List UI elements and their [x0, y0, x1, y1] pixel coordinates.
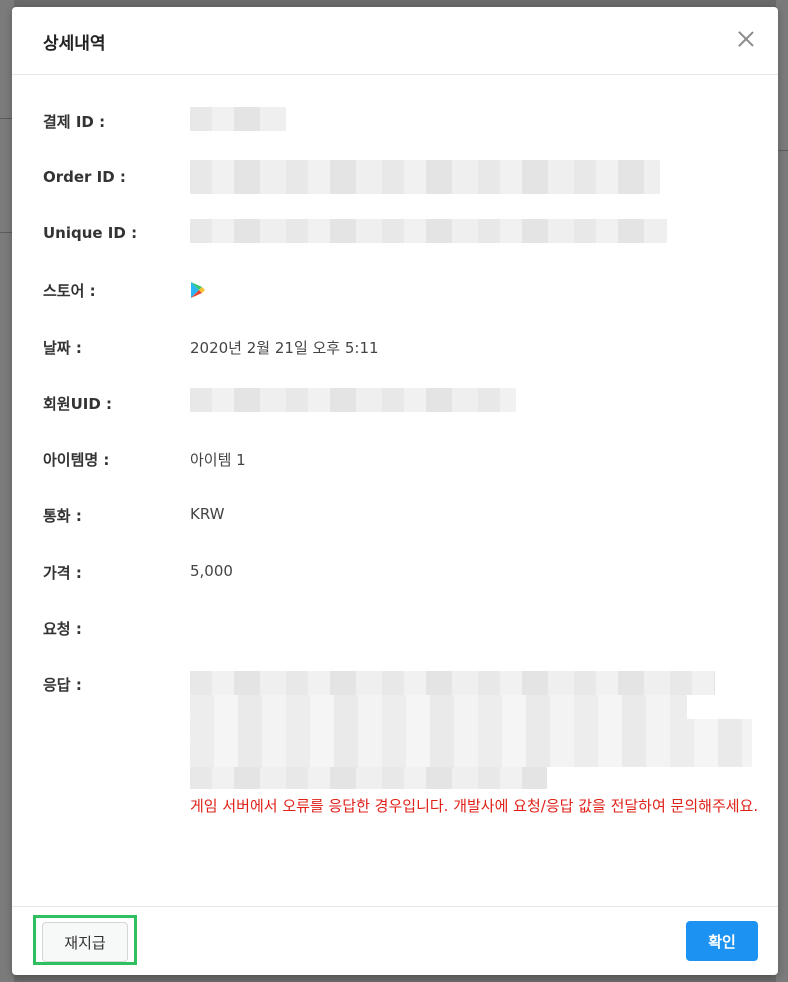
- modal-title: 상세내역: [43, 34, 106, 54]
- google-play-icon: [191, 282, 205, 298]
- error-message: 게임 서버에서 오류를 응답한 경우입니다. 개발사에 요청/응답 값을 전달하…: [190, 797, 759, 815]
- unique-id-label: Unique ID :: [43, 224, 138, 242]
- response-value-redacted-line: [190, 719, 752, 743]
- item-name-value: 아이템 1: [190, 451, 246, 469]
- regrant-button[interactable]: 재지급: [42, 922, 128, 962]
- payment-id-label: 결제 ID :: [43, 113, 106, 131]
- response-value-redacted-line: [190, 743, 752, 767]
- unique-id-value-redacted: [190, 219, 667, 243]
- date-value: 2020년 2월 21일 오후 5:11: [190, 339, 379, 357]
- close-icon[interactable]: [736, 29, 756, 49]
- confirm-button[interactable]: 확인: [686, 921, 758, 961]
- response-label: 응답 :: [43, 676, 82, 694]
- request-label: 요청 :: [43, 620, 82, 638]
- modal-header: 상세내역: [12, 7, 778, 75]
- item-name-label: 아이템명 :: [43, 451, 110, 469]
- currency-label: 통화 :: [43, 507, 82, 525]
- order-id-label: Order ID :: [43, 168, 126, 186]
- payment-id-value-redacted: [190, 107, 286, 131]
- price-label: 가격 :: [43, 564, 82, 582]
- detail-modal: 상세내역 결제 ID : Order ID : Unique ID : 스토어 …: [12, 7, 778, 975]
- store-label: 스토어 :: [43, 282, 96, 300]
- date-label: 날짜 :: [43, 339, 82, 357]
- order-id-value-redacted: [190, 160, 660, 194]
- member-uid-label: 회원UID :: [43, 395, 113, 413]
- currency-value: KRW: [190, 505, 225, 523]
- price-value: 5,000: [190, 562, 233, 580]
- response-value-redacted-line: [190, 695, 687, 719]
- modal-footer: 재지급 확인: [12, 906, 778, 975]
- response-value-redacted-line: [190, 767, 547, 789]
- member-uid-value-redacted: [190, 388, 516, 412]
- response-value-redacted-line: [190, 671, 715, 695]
